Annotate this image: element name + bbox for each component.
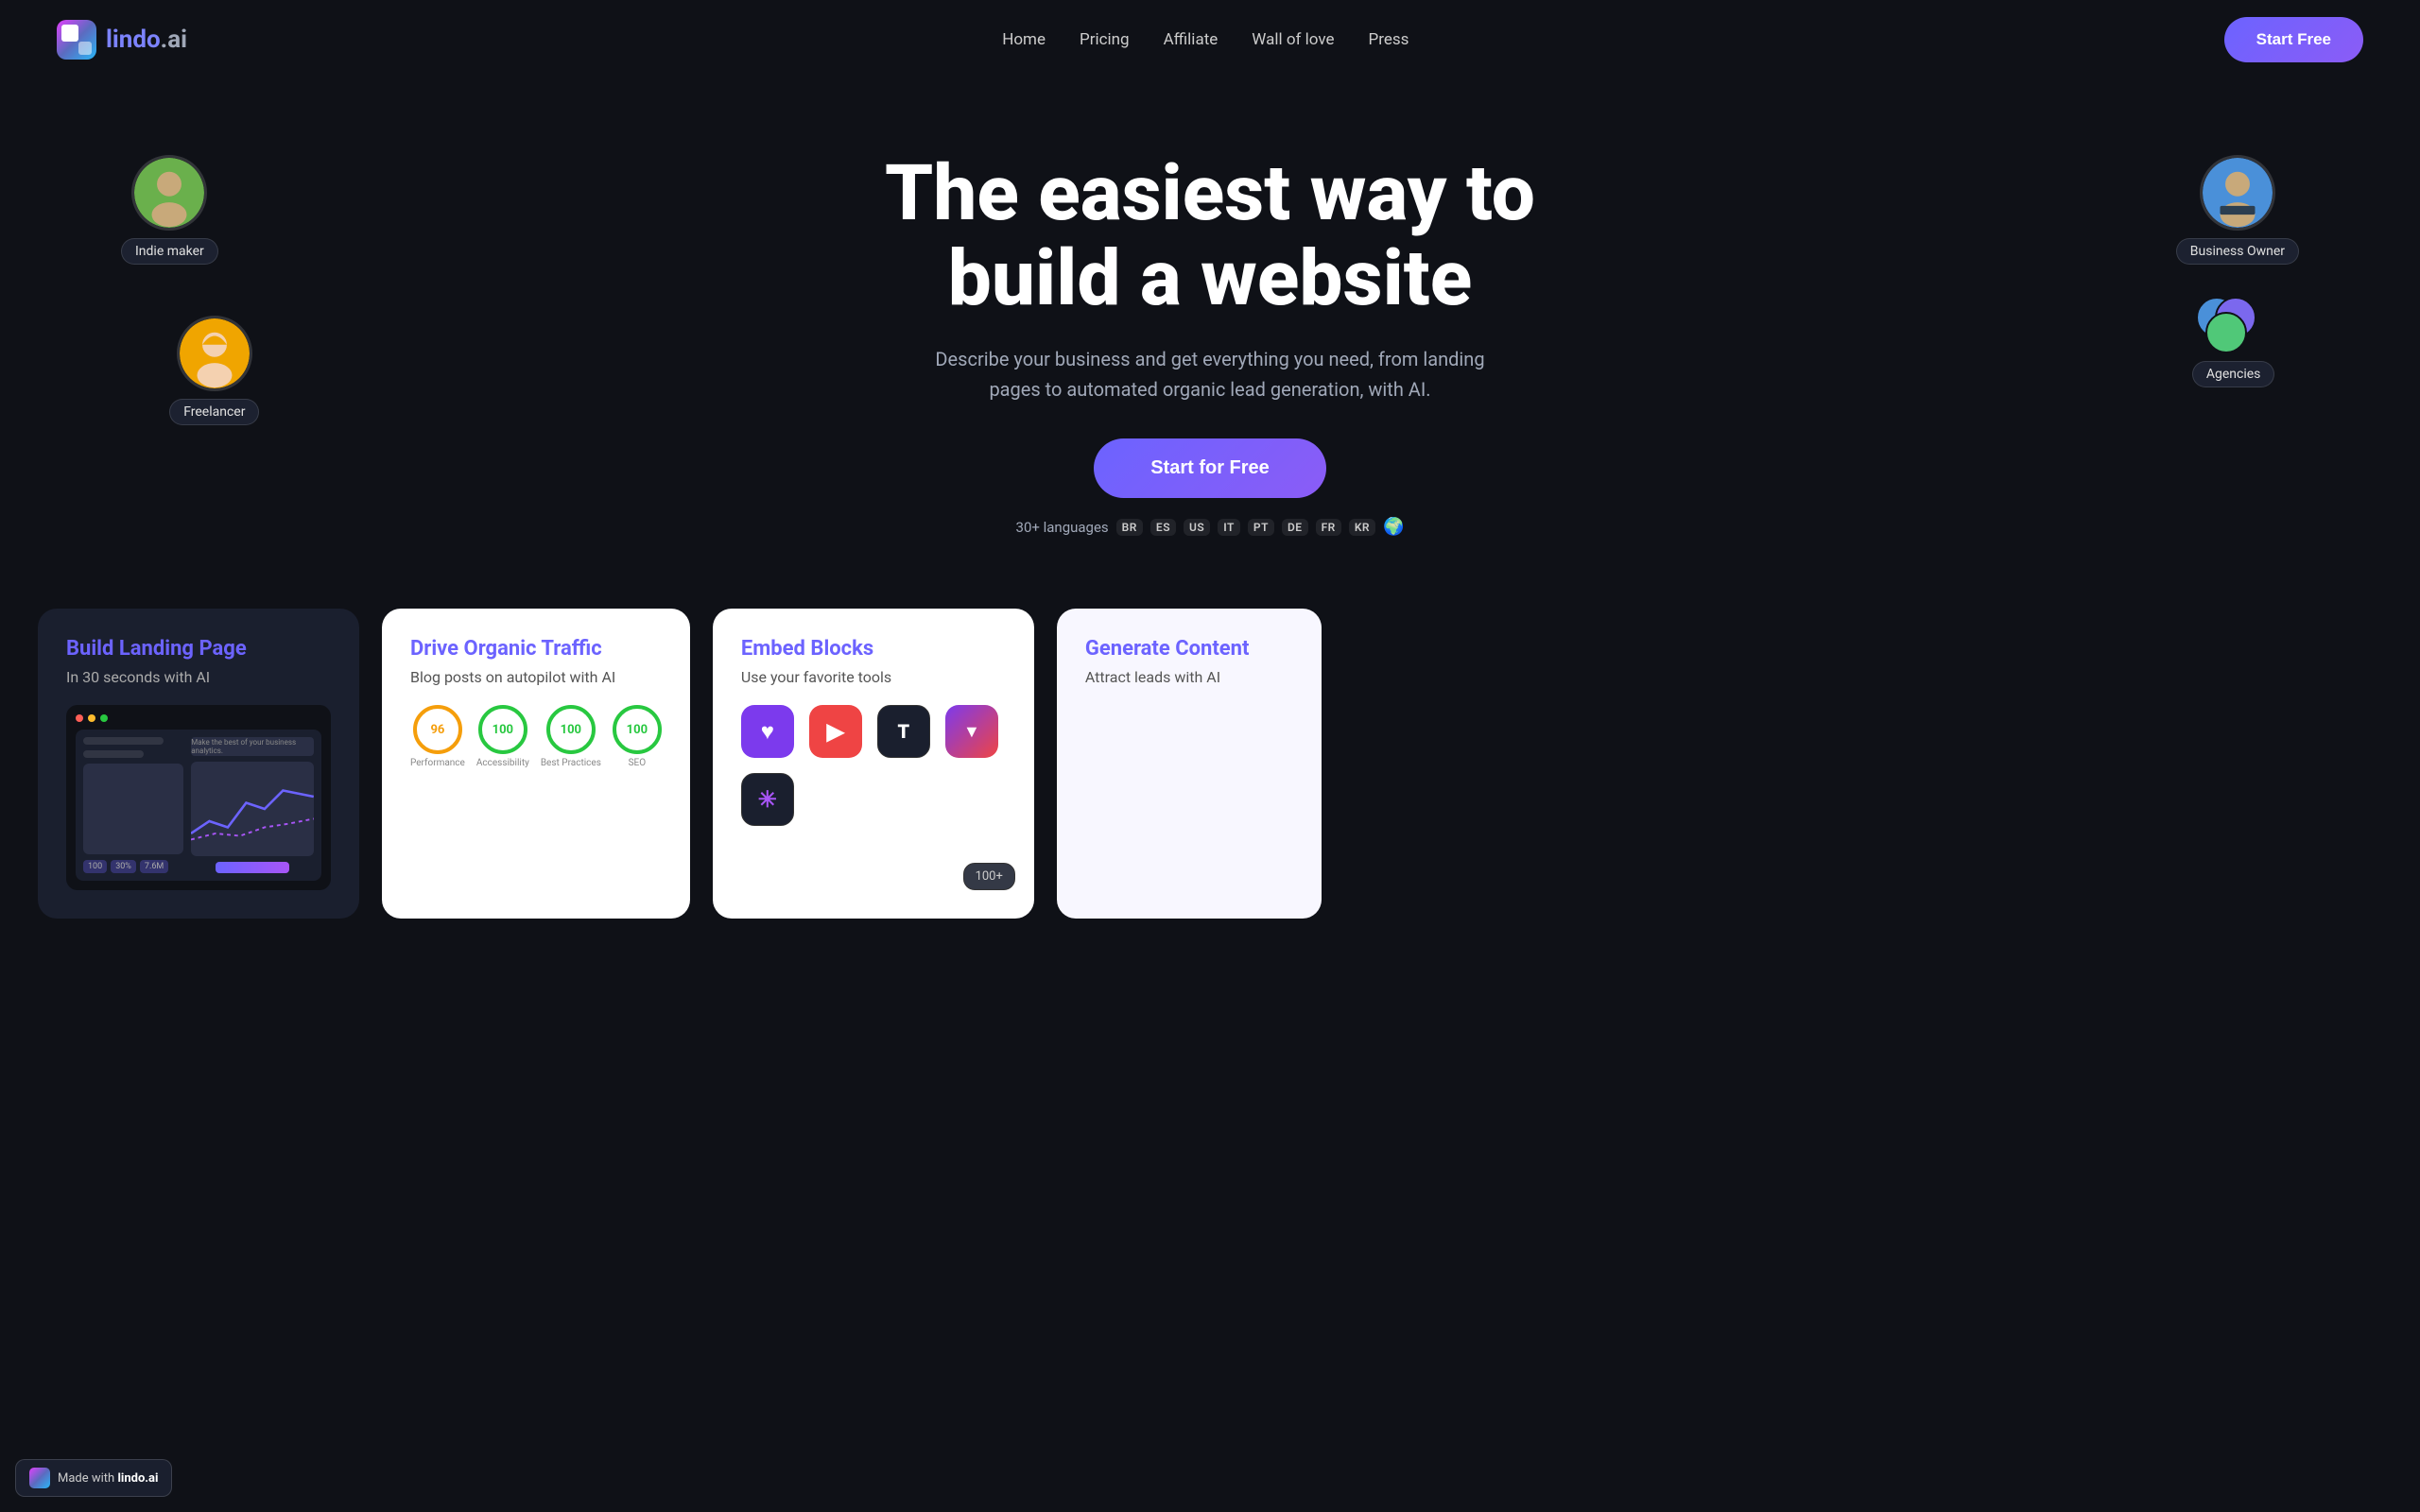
embed-icon-heart: ♥: [741, 705, 794, 758]
embed-icon-v: ▼: [945, 705, 998, 758]
mock-chart: [191, 762, 314, 856]
seo-accessibility: 100 Accessibility: [476, 705, 529, 768]
nav-wall-of-love[interactable]: Wall of love: [1252, 30, 1334, 49]
business-owner-label: Business Owner: [2176, 238, 2299, 265]
hero-cta-button[interactable]: Start for Free: [1094, 438, 1326, 498]
embed-icon-type: T: [877, 705, 930, 758]
stat-3: 7.6M: [140, 860, 168, 873]
freelancer-label: Freelancer: [169, 399, 259, 425]
lang-es: ES: [1150, 519, 1176, 536]
lang-br: BR: [1116, 519, 1143, 536]
made-with-badge: Made with lindo.ai: [15, 1459, 172, 1497]
avatar-business-owner: Business Owner: [2176, 155, 2299, 265]
organic-traffic-subtitle: Blog posts on autopilot with AI: [410, 668, 662, 686]
agencies-avatar-group: [2196, 297, 2272, 353]
agencies-label: Agencies: [2192, 361, 2275, 387]
dot-yellow: [88, 714, 95, 722]
globe-icon: 🌍: [1383, 517, 1404, 537]
seo-performance: 96 Performance: [410, 705, 465, 768]
languages-row: 30+ languages BR ES US IT PT DE FR KR 🌍: [1016, 517, 1405, 537]
feature-card-organic-traffic: Drive Organic Traffic Blog posts on auto…: [382, 609, 690, 919]
mock-browser: 100 30% 7.6M Make the best of your busin…: [66, 705, 331, 890]
avatar-freelancer-image: [177, 316, 252, 391]
hero-subtitle: Describe your business and get everythin…: [917, 344, 1503, 404]
seo-seo-score: 100: [613, 705, 662, 754]
landing-page-title: Build Landing Page: [66, 637, 331, 661]
features-section: Build Landing Page In 30 seconds with AI…: [0, 590, 2420, 975]
mock-bar-2: [83, 750, 144, 758]
seo-performance-label: Performance: [410, 758, 465, 768]
made-with-logo-icon: [29, 1468, 50, 1488]
embed-blocks-title: Embed Blocks: [741, 637, 1006, 661]
dot-green: [100, 714, 108, 722]
avatar-business-owner-image: [2200, 155, 2275, 231]
lang-fr: FR: [1316, 519, 1341, 536]
feature-card-generate-content: Generate Content Attract leads with AI: [1057, 609, 1322, 919]
landing-page-subtitle: In 30 seconds with AI: [66, 668, 331, 686]
avatar-indie-maker-image: [131, 155, 207, 231]
logo-icon: [57, 20, 96, 60]
mock-right: Make the best of your business analytics…: [191, 737, 314, 873]
generate-content-title: Generate Content: [1085, 637, 1293, 661]
seo-seo-label: SEO: [629, 758, 647, 768]
lang-us: US: [1184, 519, 1210, 536]
seo-accessibility-score: 100: [478, 705, 527, 754]
mock-left: 100 30% 7.6M: [83, 737, 183, 873]
logo[interactable]: lindo.ai: [57, 20, 187, 60]
avatar-agencies: Agencies: [2192, 297, 2275, 387]
embed-icon-youtube: ▶: [809, 705, 862, 758]
generate-content-subtitle: Attract leads with AI: [1085, 668, 1293, 686]
navbar: lindo.ai Home Pricing Affiliate Wall of …: [0, 0, 2420, 79]
nav-links: Home Pricing Affiliate Wall of love Pres…: [1002, 30, 1409, 49]
nav-pricing[interactable]: Pricing: [1080, 30, 1130, 49]
feature-card-landing-page: Build Landing Page In 30 seconds with AI…: [38, 609, 359, 919]
organic-traffic-title: Drive Organic Traffic: [410, 637, 662, 661]
mock-cta-bar: [216, 862, 289, 873]
seo-performance-score: 96: [413, 705, 462, 754]
lang-kr: KR: [1349, 519, 1375, 536]
feature-card-embed-blocks: Embed Blocks Use your favorite tools ♥ ▶…: [713, 609, 1034, 919]
mock-screen: 100 30% 7.6M Make the best of your busin…: [76, 730, 321, 881]
lang-pt: PT: [1248, 519, 1274, 536]
seo-scores: 96 Performance 100 Accessibility 100 Bes…: [410, 705, 662, 768]
mock-browser-bar: [76, 714, 321, 722]
hero-section: Indie maker Freelancer Business Owner: [0, 79, 2420, 590]
seo-best-practices-score: 100: [546, 705, 596, 754]
mock-stats: 100 30% 7.6M: [83, 860, 183, 873]
mock-bar-1: [83, 737, 164, 745]
avatar-indie-maker: Indie maker: [121, 155, 218, 265]
made-with-text: Made with lindo.ai: [58, 1471, 158, 1486]
avatar-freelancer: Freelancer: [169, 316, 259, 425]
embed-blocks-subtitle: Use your favorite tools: [741, 668, 1006, 686]
nav-cta-button[interactable]: Start Free: [2224, 17, 2363, 62]
nav-home[interactable]: Home: [1002, 30, 1046, 49]
lang-it: IT: [1218, 519, 1240, 536]
embed-icon-snowflake: ✳: [741, 773, 794, 826]
seo-best-practices: 100 Best Practices: [541, 705, 601, 768]
nav-affiliate[interactable]: Affiliate: [1164, 30, 1219, 49]
languages-prefix: 30+ languages: [1016, 519, 1109, 536]
stat-2: 30%: [111, 860, 136, 873]
seo-best-practices-label: Best Practices: [541, 758, 601, 768]
lang-de: DE: [1282, 519, 1308, 536]
embed-icons: ♥ ▶ T ▼ ✳: [741, 705, 1006, 826]
embed-badge-100: 100+: [963, 863, 1015, 890]
seo-seo: 100 SEO: [613, 705, 662, 768]
stat-1: 100: [83, 860, 107, 873]
nav-press[interactable]: Press: [1369, 30, 1409, 49]
dot-red: [76, 714, 83, 722]
hero-title: The easiest way to build a website: [885, 151, 1535, 321]
seo-accessibility-label: Accessibility: [476, 758, 529, 768]
mock-headline: Make the best of your business analytics…: [191, 737, 314, 756]
logo-text: lindo.ai: [106, 26, 187, 54]
mock-image: [83, 764, 183, 854]
indie-maker-label: Indie maker: [121, 238, 218, 265]
